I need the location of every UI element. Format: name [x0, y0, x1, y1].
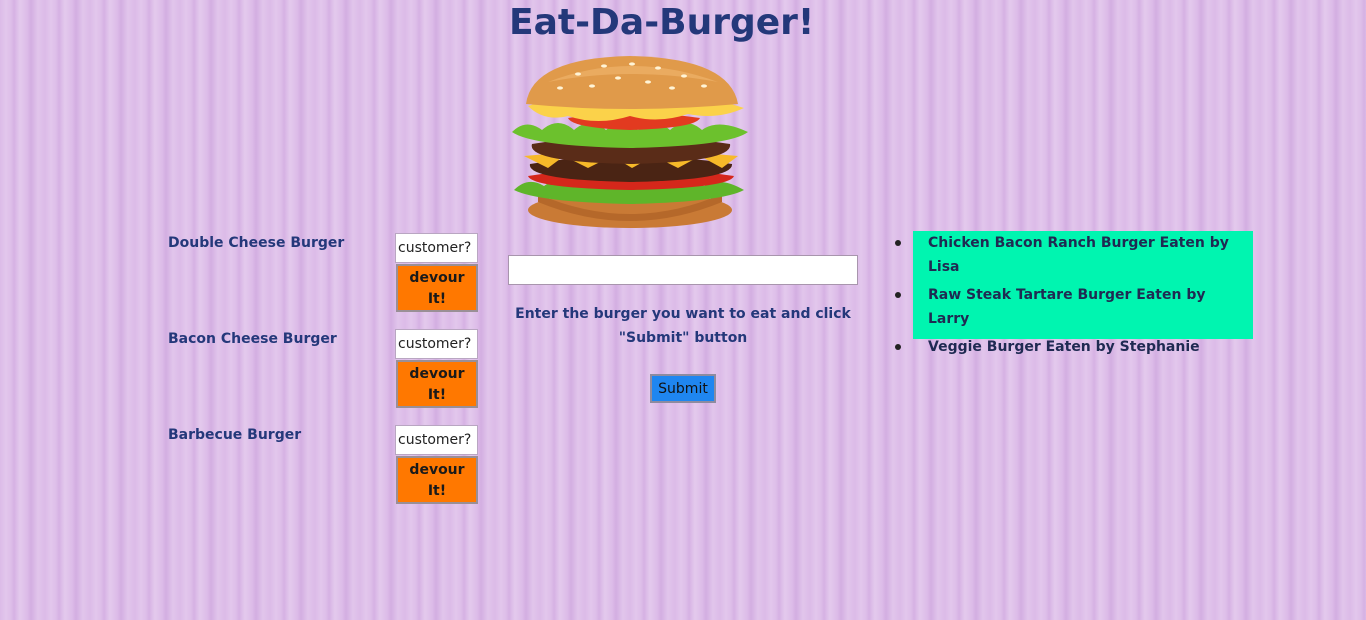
- customer-name-input[interactable]: [395, 233, 478, 263]
- burger-name: Double Cheese Burger: [168, 235, 345, 251]
- submit-button[interactable]: Submit: [650, 374, 716, 403]
- eaten-burger-text: Chicken Bacon Ranch Burger Eaten by Lisa: [928, 235, 1229, 275]
- eaten-burger-item: Veggie Burger Eaten by Stephanie: [895, 335, 1253, 359]
- page-title: Eat-Da-Burger!: [509, 2, 815, 43]
- eaten-burgers-panel: Chicken Bacon Ranch Burger Eaten by Lisa…: [895, 231, 1253, 355]
- form-instructions: Enter the burger you want to eat and cli…: [515, 306, 851, 346]
- customer-name-input[interactable]: [395, 329, 478, 359]
- bullet-icon: [895, 344, 901, 350]
- burger-name: Bacon Cheese Burger: [168, 331, 337, 347]
- eaten-burgers-list: Chicken Bacon Ranch Burger Eaten by Lisa…: [895, 231, 1253, 359]
- eaten-burger-text: Raw Steak Tartare Burger Eaten by Larry: [928, 287, 1206, 327]
- new-burger-input[interactable]: [508, 255, 858, 285]
- eaten-burger-item: Chicken Bacon Ranch Burger Eaten by Lisa: [895, 231, 1253, 279]
- burger-item: Bacon Cheese Burger devour It!: [168, 329, 480, 413]
- bullet-icon: [895, 240, 901, 246]
- eaten-burger-item: Raw Steak Tartare Burger Eaten by Larry: [895, 283, 1253, 331]
- devour-button[interactable]: devour It!: [396, 360, 478, 408]
- burger-item: Double Cheese Burger devour It!: [168, 233, 480, 317]
- eaten-burger-text: Veggie Burger Eaten by Stephanie: [928, 339, 1200, 355]
- burger-name: Barbecue Burger: [168, 427, 302, 443]
- burger-image: [512, 56, 748, 228]
- burger-item: Barbecue Burger devour It!: [168, 425, 480, 509]
- customer-name-input[interactable]: [395, 425, 478, 455]
- bullet-icon: [895, 292, 901, 298]
- devour-button[interactable]: devour It!: [396, 456, 478, 504]
- devour-button[interactable]: devour It!: [396, 264, 478, 312]
